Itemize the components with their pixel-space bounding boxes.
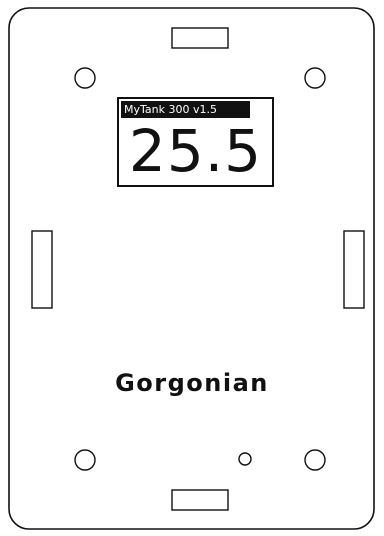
screen-title: MyTank 300 v1.5	[121, 101, 250, 118]
brand-label: Gorgonian	[115, 369, 269, 397]
mounting-plate	[8, 7, 375, 530]
temperature-reading: 25.5	[128, 117, 263, 185]
display-screen: MyTank 300 v1.5 25.5	[117, 97, 274, 187]
